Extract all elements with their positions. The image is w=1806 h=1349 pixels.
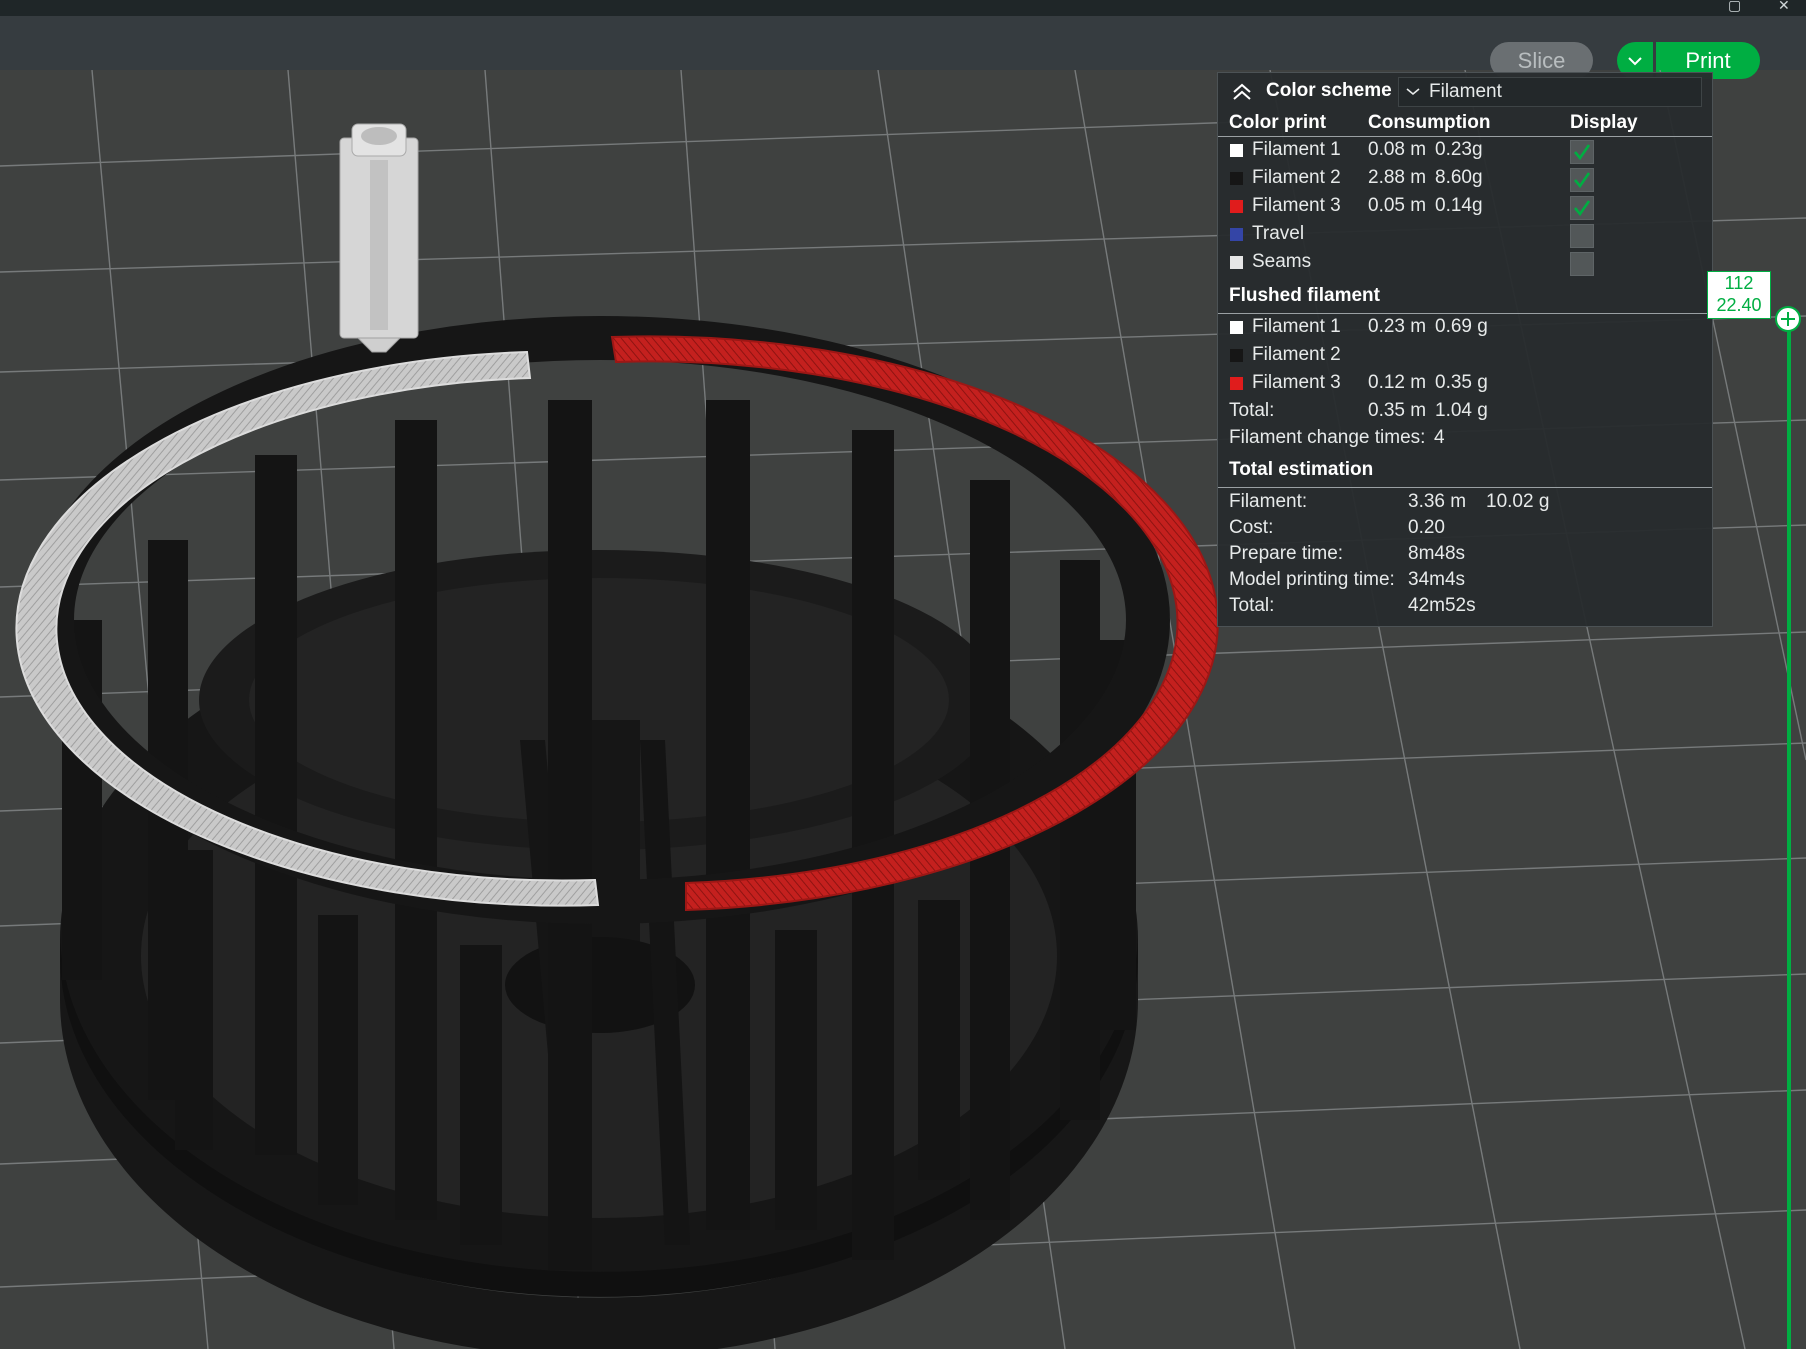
column-header-consumption: Consumption <box>1368 112 1491 133</box>
color-swatch <box>1230 200 1243 213</box>
filament-label: Filament 2 <box>1252 167 1341 188</box>
filament-label: Filament 3 <box>1252 195 1341 216</box>
window-titlebar: ▢ ✕ <box>0 0 1806 17</box>
estimation-prepare-label: Prepare time: <box>1229 543 1344 564</box>
estimation-filament-weight: 10.02 g <box>1486 491 1550 512</box>
divider <box>1218 487 1712 488</box>
printed-model <box>15 316 1219 1349</box>
color-swatch <box>1230 172 1243 185</box>
estimation-cost-value: 0.20 <box>1408 517 1445 538</box>
seams-label: Seams <box>1252 251 1312 272</box>
layer-number: 112 <box>1724 273 1754 293</box>
color-scheme-select[interactable]: Filament <box>1398 77 1702 107</box>
flushed-length: 0.23 m <box>1368 316 1427 337</box>
total-estimation-header: Total estimation <box>1229 459 1374 480</box>
nozzle-toolhead-icon <box>339 123 419 353</box>
flushed-filament-header: Flushed filament <box>1229 285 1380 306</box>
display-checkbox[interactable] <box>1570 252 1594 276</box>
estimation-model-time-label: Model printing time: <box>1229 569 1395 590</box>
chevron-down-icon <box>1406 88 1420 96</box>
flushed-weight: 0.35 g <box>1435 372 1488 393</box>
color-swatch <box>1230 321 1243 334</box>
layer-height: 22.40 <box>1716 295 1762 315</box>
column-header-color-print: Color print <box>1229 112 1327 133</box>
estimation-total-label: Total: <box>1229 595 1275 616</box>
display-checkbox[interactable] <box>1570 224 1594 248</box>
layer-indicator: 112 22.40 <box>1707 271 1771 319</box>
filament-change-times-label: Filament change times: <box>1229 427 1426 448</box>
filament-weight: 0.23g <box>1435 139 1483 160</box>
maximize-icon[interactable]: ▢ <box>1728 0 1741 14</box>
flushed-total-weight: 1.04 g <box>1435 400 1488 421</box>
legend-panel: Color scheme Filament Color print Consum… <box>1217 72 1713 627</box>
display-checkbox[interactable] <box>1570 196 1594 220</box>
display-checkbox[interactable] <box>1570 140 1594 164</box>
filament-length: 2.88 m <box>1368 167 1427 188</box>
double-chevron-up-icon[interactable] <box>1232 83 1252 101</box>
filament-label: Filament 2 <box>1252 344 1341 365</box>
color-scheme-value: Filament <box>1429 81 1502 102</box>
estimation-filament-label: Filament: <box>1229 491 1308 512</box>
close-icon[interactable]: ✕ <box>1778 0 1790 14</box>
filament-label: Filament 1 <box>1252 139 1341 160</box>
display-checkbox[interactable] <box>1570 168 1594 192</box>
plus-circle-icon[interactable] <box>1775 306 1801 332</box>
filament-length: 0.05 m <box>1368 195 1427 216</box>
travel-label: Travel <box>1252 223 1305 244</box>
estimation-prepare-value: 8m48s <box>1408 543 1466 564</box>
estimation-model-time-value: 34m4s <box>1408 569 1466 590</box>
check-icon <box>1574 172 1591 189</box>
color-swatch <box>1230 349 1243 362</box>
color-scheme-label: Color scheme <box>1266 80 1392 101</box>
filament-length: 0.08 m <box>1368 139 1427 160</box>
flushed-weight: 0.69 g <box>1435 316 1488 337</box>
layer-slider-track[interactable] <box>1787 318 1791 1349</box>
estimation-filament-length: 3.36 m <box>1408 491 1467 512</box>
divider <box>1218 136 1712 137</box>
color-swatch <box>1230 377 1243 390</box>
estimation-total-value: 42m52s <box>1408 595 1476 616</box>
filament-label: Filament 1 <box>1252 316 1341 337</box>
flushed-total-length: 0.35 m <box>1368 400 1427 421</box>
filament-label: Filament 3 <box>1252 372 1341 393</box>
color-swatch <box>1230 144 1243 157</box>
check-icon <box>1574 144 1591 161</box>
top-toolbar: Slice Print <box>0 16 1806 79</box>
filament-weight: 8.60g <box>1435 167 1483 188</box>
column-header-display: Display <box>1570 112 1638 133</box>
flushed-length: 0.12 m <box>1368 372 1427 393</box>
check-icon <box>1574 200 1591 217</box>
flushed-total-label: Total: <box>1229 400 1275 421</box>
filament-weight: 0.14g <box>1435 195 1483 216</box>
filament-change-times-value: 4 <box>1434 427 1445 448</box>
divider <box>1218 313 1712 314</box>
color-swatch <box>1230 256 1243 269</box>
chevron-down-icon <box>1628 56 1642 65</box>
color-swatch <box>1230 228 1243 241</box>
estimation-cost-label: Cost: <box>1229 517 1274 538</box>
